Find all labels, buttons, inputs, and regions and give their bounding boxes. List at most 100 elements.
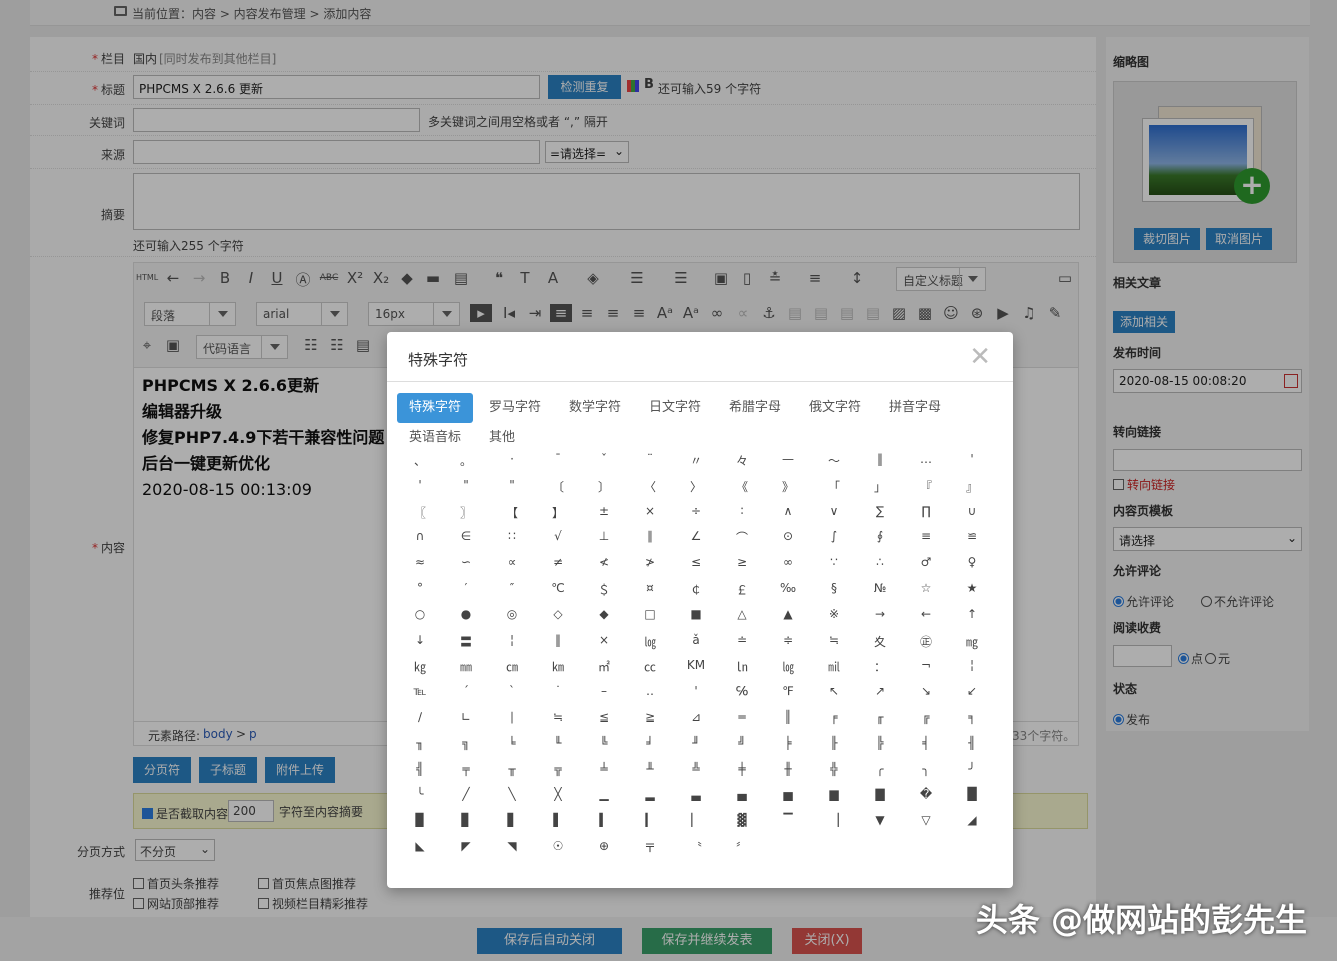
char-cell[interactable]: ↑ (949, 607, 995, 633)
char-cell[interactable]: 〗 (443, 504, 489, 530)
char-cell[interactable]: ∪ (949, 504, 995, 530)
char-cell[interactable]: ↙ (949, 684, 995, 710)
char-cell[interactable]: × (627, 504, 673, 530)
char-cell[interactable]: ▂ (627, 787, 673, 813)
char-cell[interactable]: ▼ (857, 813, 903, 839)
char-cell[interactable]: ▁ (581, 787, 627, 813)
char-cell[interactable]: ∕ (397, 710, 443, 736)
char-cell[interactable]: ╒ (811, 710, 857, 736)
char-cell[interactable]: → (857, 607, 903, 633)
char-cell[interactable]: ' (949, 452, 995, 478)
char-cell[interactable]: ㎜ (443, 658, 489, 684)
char-cell[interactable]: ▲ (765, 607, 811, 633)
char-cell[interactable]: ≠ (535, 555, 581, 581)
char-cell[interactable]: ≤ (673, 555, 719, 581)
char-cell[interactable]: ≒ (811, 633, 857, 659)
char-cell[interactable]: ＄ (581, 581, 627, 607)
char-cell[interactable]: ″ (489, 581, 535, 607)
char-cell[interactable]: ∞ (765, 555, 811, 581)
char-cell[interactable]: ◤ (443, 839, 489, 865)
char-cell[interactable]: ㏄ (627, 658, 673, 684)
char-cell[interactable]: ㎎ (949, 633, 995, 659)
char-cell[interactable]: ╪ (719, 762, 765, 788)
char-cell[interactable]: ' (673, 684, 719, 710)
char-cell[interactable]: 》 (765, 478, 811, 504)
char-cell[interactable]: ╯ (949, 762, 995, 788)
char-cell[interactable]: ▌ (535, 813, 581, 839)
tab-roman[interactable]: 罗马字符 (477, 393, 553, 423)
char-cell[interactable]: ℡ (397, 684, 443, 710)
char-cell[interactable]: ‖ (535, 633, 581, 659)
char-cell[interactable]: ◎ (489, 607, 535, 633)
char-cell[interactable]: ╖ (397, 736, 443, 762)
char-cell[interactable]: ∫ (811, 529, 857, 555)
tab-other[interactable]: 其他 (477, 423, 527, 453)
char-cell[interactable]: ¦ (949, 658, 995, 684)
char-cell[interactable]: ㏑ (719, 658, 765, 684)
char-cell[interactable]: ╲ (489, 787, 535, 813)
char-cell[interactable]: ≒ (535, 710, 581, 736)
char-cell[interactable]: ˊ (443, 684, 489, 710)
char-cell[interactable]: ‖ (857, 452, 903, 478)
char-cell[interactable]: ㎏ (397, 658, 443, 684)
char-cell[interactable]: ∨ (811, 504, 857, 530)
char-cell[interactable]: ≌ (949, 529, 995, 555)
char-cell[interactable]: · (489, 452, 535, 478)
char-cell[interactable]: ╚ (581, 736, 627, 762)
tab-special[interactable]: 特殊字符 (397, 393, 474, 423)
char-cell[interactable]: 【 (489, 504, 535, 530)
char-cell[interactable]: ∩ (397, 529, 443, 555)
char-cell[interactable]: – (581, 684, 627, 710)
char-cell[interactable]: ˇ (581, 452, 627, 478)
char-cell[interactable]: ： (857, 658, 903, 684)
char-cell[interactable]: ╞ (765, 736, 811, 762)
char-cell[interactable]: ╘ (489, 736, 535, 762)
char-cell[interactable]: 〔 (535, 478, 581, 504)
char-cell[interactable]: ㊣ (903, 633, 949, 659)
char-cell[interactable]: " (489, 478, 535, 504)
char-cell[interactable]: ╡ (903, 736, 949, 762)
char-cell[interactable]: ㎡ (581, 658, 627, 684)
char-cell[interactable]: ◥ (489, 839, 535, 865)
char-cell[interactable]: 〕 (581, 478, 627, 504)
char-cell[interactable]: 。 (443, 452, 489, 478)
char-cell[interactable]: ∠ (673, 529, 719, 555)
char-cell[interactable]: ¦ (489, 633, 535, 659)
char-cell[interactable]: ▉ (397, 813, 443, 839)
char-cell[interactable]: ★ (949, 581, 995, 607)
char-cell[interactable]: ═ (719, 710, 765, 736)
char-cell[interactable]: ∧ (765, 504, 811, 530)
char-cell[interactable]: ‥ (627, 684, 673, 710)
char-cell[interactable]: ╧ (581, 762, 627, 788)
char-cell[interactable]: — (765, 452, 811, 478)
char-cell[interactable]: � (903, 787, 949, 813)
char-cell[interactable]: ㎞ (535, 658, 581, 684)
char-cell[interactable]: ║ (765, 710, 811, 736)
char-cell[interactable]: ╕ (949, 710, 995, 736)
char-cell[interactable]: ▽ (903, 813, 949, 839)
char-cell[interactable]: ╥ (489, 762, 535, 788)
char-cell[interactable]: ¬ (903, 658, 949, 684)
char-cell[interactable]: ☆ (903, 581, 949, 607)
char-cell[interactable]: ▄ (719, 787, 765, 813)
char-cell[interactable]: ╙ (535, 736, 581, 762)
char-cell[interactable]: ㏒ (765, 658, 811, 684)
char-cell[interactable]: ■ (673, 607, 719, 633)
tab-pinyin[interactable]: 拼音字母 (877, 393, 953, 423)
char-cell[interactable]: ∥ (627, 529, 673, 555)
char-cell[interactable]: ㎝ (489, 658, 535, 684)
char-cell[interactable]: 《 (719, 478, 765, 504)
char-cell[interactable]: ℅ (719, 684, 765, 710)
char-cell[interactable]: ↓ (397, 633, 443, 659)
char-cell[interactable]: № (857, 581, 903, 607)
char-cell[interactable]: ∽ (443, 555, 489, 581)
char-cell[interactable]: ○ (397, 607, 443, 633)
char-cell[interactable]: … (903, 452, 949, 478)
char-cell[interactable]: ㏒ (627, 633, 673, 659)
char-cell[interactable]: ∴ (857, 555, 903, 581)
tab-japanese[interactable]: 日文字符 (637, 393, 713, 423)
char-cell[interactable]: ∈ (443, 529, 489, 555)
char-cell[interactable]: ± (581, 504, 627, 530)
char-cell[interactable]: ≧ (627, 710, 673, 736)
char-cell[interactable]: ˉ (535, 452, 581, 478)
